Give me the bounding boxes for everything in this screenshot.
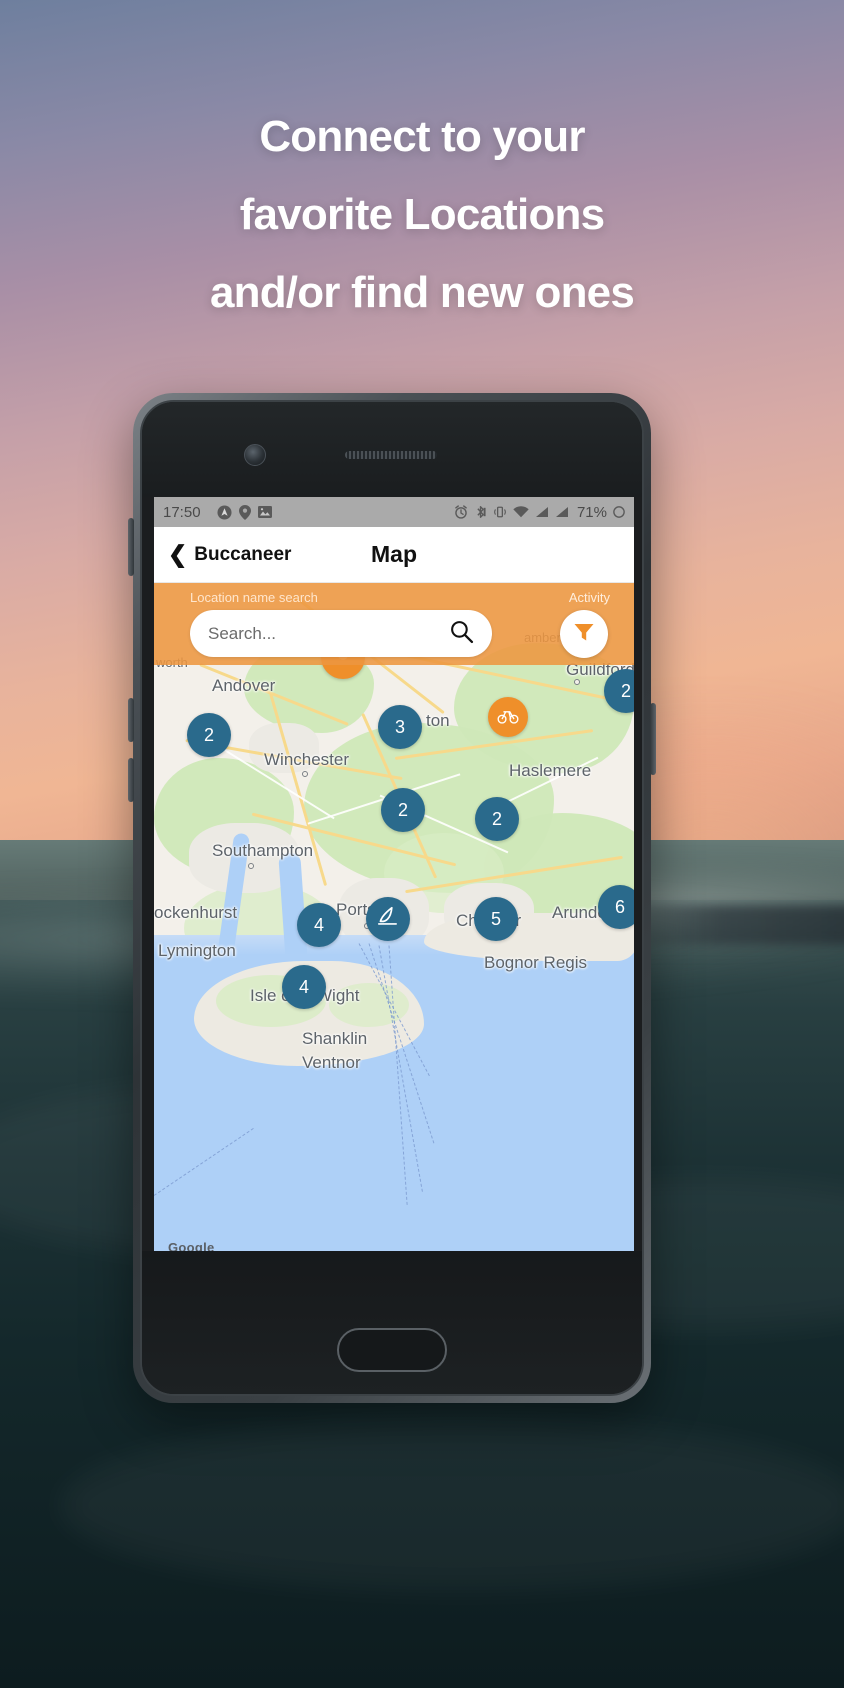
- map-label: Andover: [212, 676, 276, 695]
- map-view[interactable]: worthAndoveramberleyGuildfordtonWinchest…: [154, 583, 634, 1269]
- front-camera-icon: [244, 444, 266, 466]
- map-cluster-marker[interactable]: 2: [475, 797, 519, 841]
- headline-line-3: and/or find new ones: [209, 268, 635, 317]
- map-cluster-marker[interactable]: 3: [378, 705, 422, 749]
- map-cluster-marker[interactable]: 5: [474, 897, 518, 941]
- image-icon: [257, 506, 272, 518]
- search-icon[interactable]: [449, 619, 474, 649]
- signal-2-icon: [555, 506, 569, 518]
- bicycle-icon: [497, 704, 519, 731]
- funnel-icon: [572, 620, 596, 649]
- map-label: Lymington: [158, 941, 236, 960]
- location-icon: [238, 504, 251, 520]
- battery-percentage: 71%: [576, 503, 607, 521]
- map-label: Haslemere: [509, 761, 592, 780]
- status-bar: 17:50 71%: [154, 497, 634, 527]
- status-bar-right: 71%: [454, 504, 625, 521]
- map-label: Southampton: [212, 841, 314, 860]
- battery-icon: [613, 506, 625, 518]
- phone-button-power[interactable]: [650, 703, 656, 775]
- map-cluster-marker[interactable]: 6: [598, 885, 634, 929]
- app-badge-icon: [217, 504, 232, 520]
- back-button-label: Buccaneer: [194, 543, 292, 565]
- map-label: Winchester: [264, 750, 350, 769]
- phone-top-bezel: [142, 402, 642, 497]
- earpiece-speaker: [345, 451, 437, 459]
- phone-mockup: 17:50 71% ❮ Buccaneer Map Andover Guildf…: [128, 393, 656, 1403]
- map-city-dot: [302, 771, 308, 777]
- phone-button-volume-down[interactable]: [128, 698, 134, 742]
- map-label: Ventnor: [302, 1053, 361, 1072]
- back-button[interactable]: ❮ Buccaneer: [168, 543, 291, 566]
- phone-button-volume-up[interactable]: [128, 518, 134, 576]
- map-cluster-marker[interactable]: 2: [187, 713, 231, 757]
- app-navbar: ❮ Buccaneer Map: [154, 527, 634, 583]
- vibrate-icon: [493, 505, 507, 519]
- map-label: Shanklin: [302, 1029, 368, 1048]
- headline-line-2: favorite Locations: [239, 190, 605, 239]
- map-poi-marker[interactable]: [488, 697, 528, 737]
- headline: Connect to your favorite Locations and/o…: [0, 98, 844, 332]
- status-time: 17:50: [163, 503, 201, 521]
- phone-button-extra[interactable]: [128, 758, 134, 802]
- map-label: ockenhurst: [154, 903, 238, 922]
- map-city-dot: [248, 863, 254, 869]
- chevron-left-icon: ❮: [168, 541, 188, 567]
- status-bar-left: 17:50: [163, 504, 272, 521]
- map-poi-marker[interactable]: [366, 897, 410, 941]
- wave-highlight: [60, 1420, 844, 1590]
- map-label: Bognor Regis: [484, 953, 588, 972]
- wifi-icon: [513, 506, 529, 518]
- map-label: ton: [426, 711, 450, 730]
- phone-body: 17:50 71% ❮ Buccaneer Map Andover Guildf…: [140, 400, 644, 1396]
- phone-screen: 17:50 71% ❮ Buccaneer Map Andover Guildf…: [154, 497, 634, 1269]
- map-cluster-marker[interactable]: 4: [297, 903, 341, 947]
- map-canvas[interactable]: worthAndoveramberleyGuildfordtonWinchest…: [154, 583, 634, 1269]
- sail-icon: [375, 904, 401, 935]
- search-field-label: Location name search: [190, 590, 318, 605]
- search-placeholder: Search...: [208, 623, 277, 643]
- headline-line-1: Connect to your: [259, 112, 585, 161]
- alarm-icon: [454, 505, 468, 519]
- activity-filter-label: Activity: [568, 590, 610, 605]
- map-cluster-marker[interactable]: 2: [381, 788, 425, 832]
- activity-filter-button[interactable]: [560, 610, 608, 658]
- search-overlay: Location name search Activity Search...: [154, 583, 634, 665]
- bluetooth-icon: [474, 505, 487, 519]
- search-input[interactable]: Search...: [190, 610, 492, 657]
- map-cluster-marker[interactable]: 4: [282, 965, 326, 1009]
- phone-bottom-bezel: [142, 1251, 642, 1394]
- home-button[interactable]: [337, 1328, 447, 1372]
- signal-1-icon: [535, 506, 549, 518]
